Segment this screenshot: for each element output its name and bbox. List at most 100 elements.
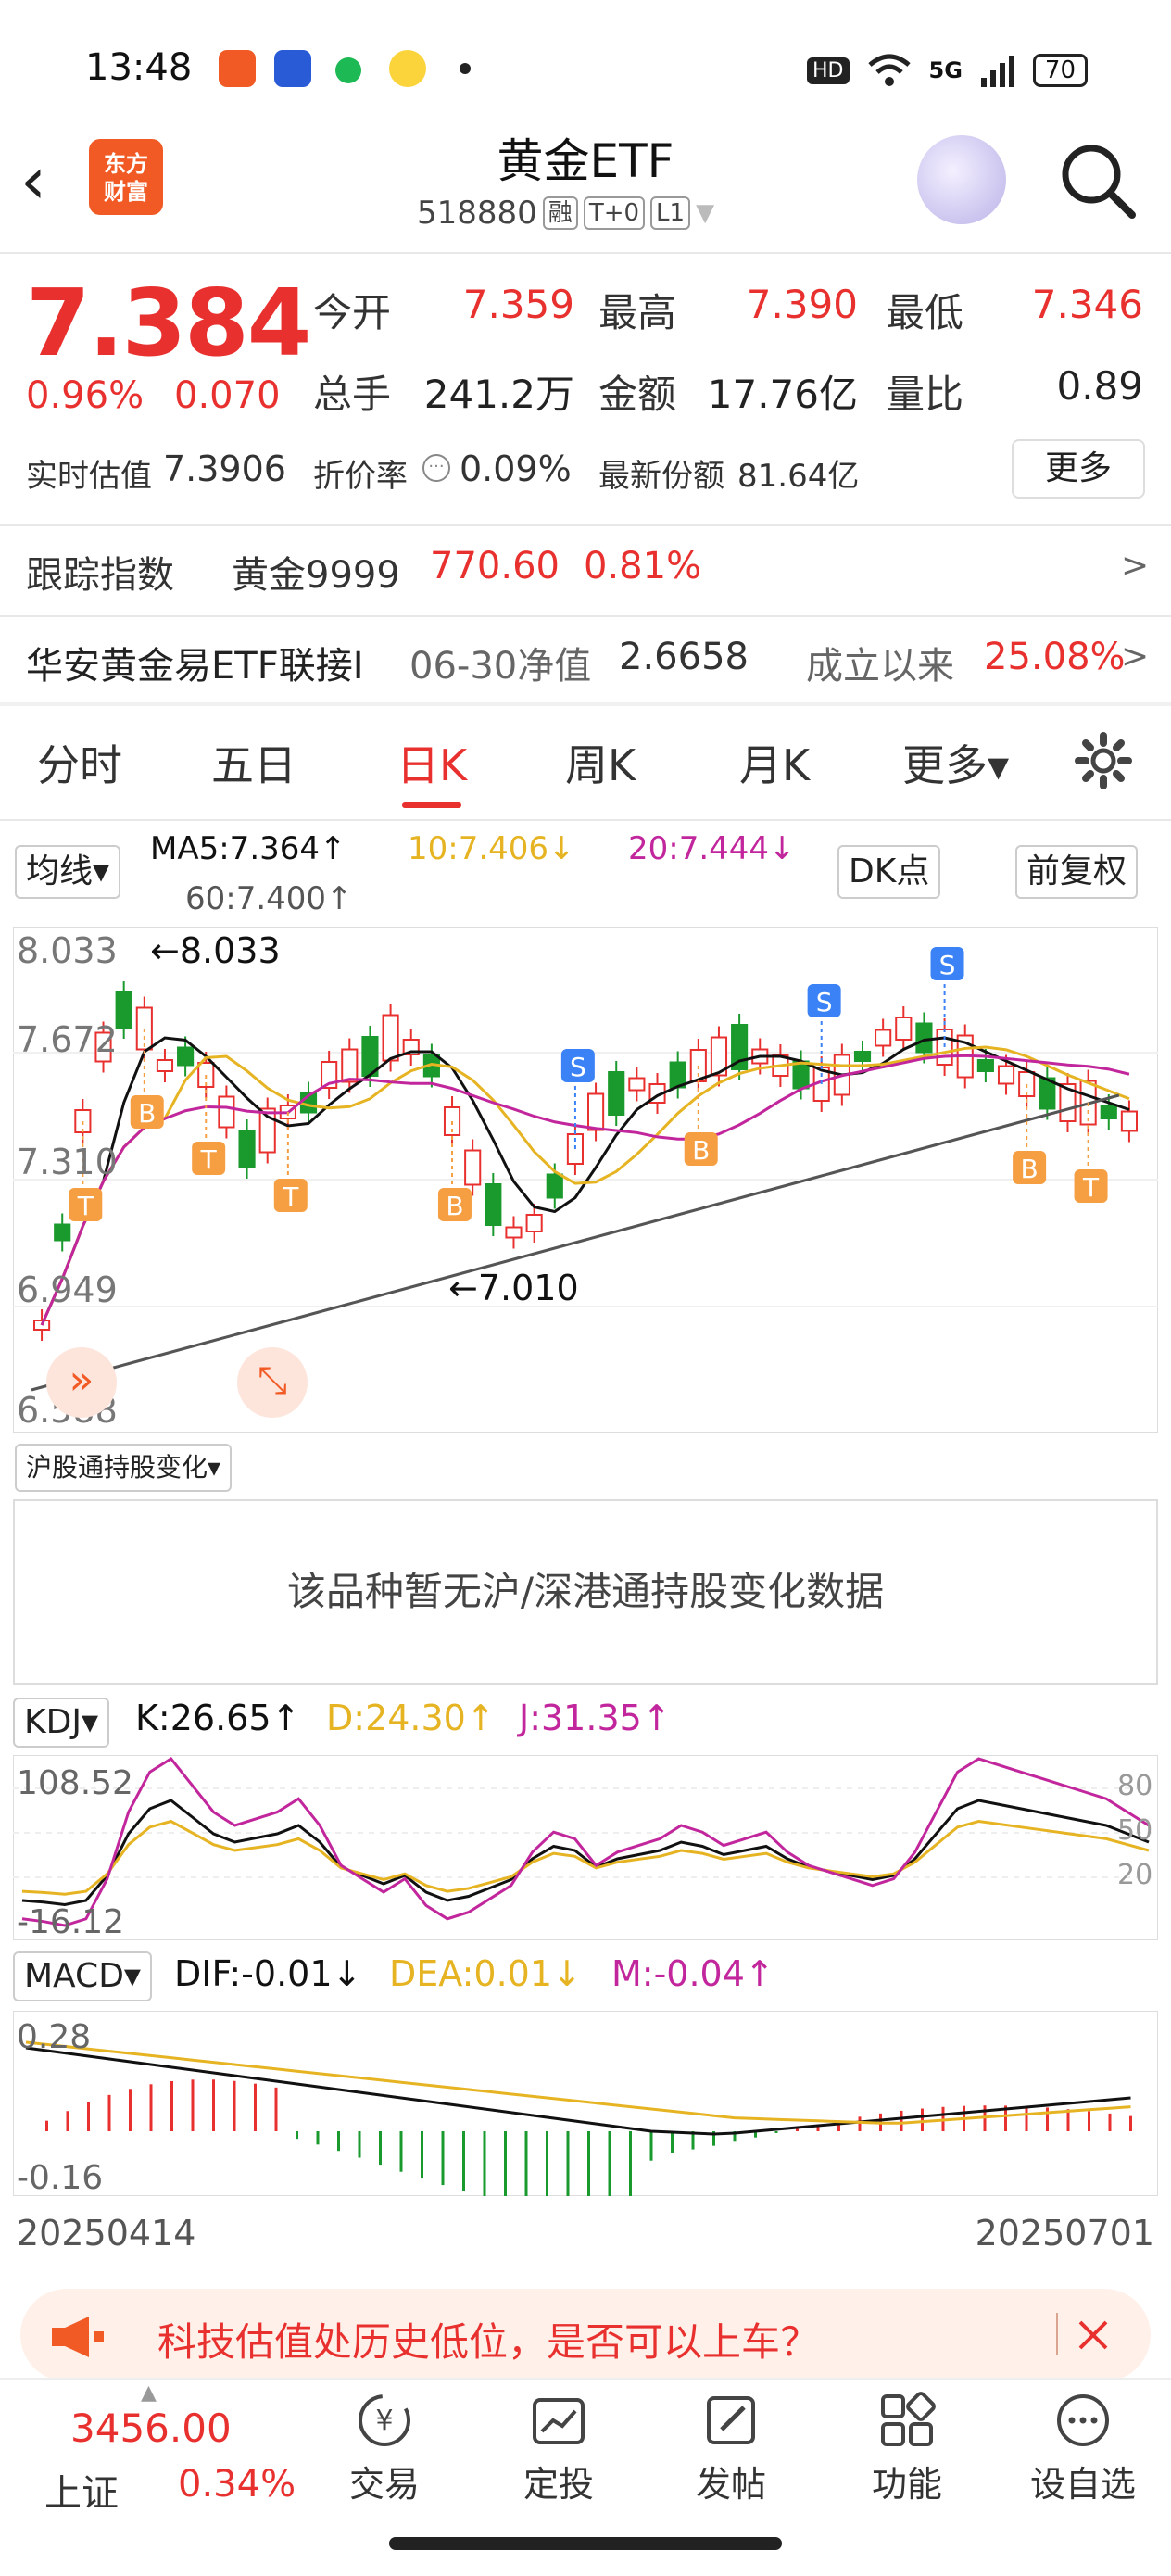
- tracking-label: 跟踪指数: [26, 554, 174, 597]
- last-price: 7.384: [26, 269, 311, 377]
- yen-exchange-icon: ¥: [359, 2394, 410, 2446]
- kdj-chart: [13, 1755, 1158, 1940]
- chevron-right-icon[interactable]: >: [1121, 638, 1149, 676]
- index-value[interactable]: 3456.00: [70, 2406, 232, 2451]
- ma-dropdown[interactable]: 均线▾: [15, 845, 121, 899]
- nav-trade[interactable]: ¥ 交易: [324, 2391, 445, 2507]
- nav-functions[interactable]: 功能: [847, 2391, 967, 2507]
- max-price-marker: ←8.033: [150, 930, 281, 971]
- candle: [177, 1046, 195, 1067]
- expand-icon[interactable]: ⤡: [237, 1347, 308, 1418]
- signal-label: T: [200, 1144, 218, 1175]
- tracking-index-name[interactable]: 黄金9999: [232, 545, 400, 599]
- signal-label: B: [692, 1135, 710, 1166]
- close-icon[interactable]: [1075, 2317, 1112, 2354]
- divider: [0, 819, 1171, 821]
- more-button[interactable]: 更多: [1012, 439, 1145, 499]
- weibo-notification-icon: [389, 50, 426, 87]
- tracking-index-pct: 0.81%: [584, 545, 702, 587]
- kline-y-label: 7.310: [17, 1142, 118, 1182]
- macd-dif-value: DIF:-0.01↓: [174, 1953, 362, 1994]
- start-date: 20250414: [17, 2213, 196, 2254]
- candle: [895, 1017, 913, 1041]
- nav-value: 2.6658: [619, 636, 749, 678]
- tab-monthly-k[interactable]: 月K: [739, 732, 810, 793]
- tab-weekly-k[interactable]: 周K: [565, 732, 636, 793]
- gear-icon[interactable]: [1075, 732, 1132, 789]
- nav-add-watchlist[interactable]: 设自选: [1023, 2391, 1143, 2507]
- more-dots-icon: [1057, 2394, 1109, 2446]
- candle: [875, 1029, 892, 1047]
- level-tag: L1: [650, 196, 691, 230]
- signal-label: B: [446, 1191, 463, 1221]
- tab-intraday[interactable]: 分时: [37, 732, 122, 793]
- shares-value: 81.64亿: [737, 458, 860, 495]
- macd-dea-value: DEA:0.01↓: [389, 1953, 582, 1994]
- ma20-value: 20:7.444↓: [628, 830, 796, 867]
- divider: [0, 615, 1171, 617]
- macd-dropdown[interactable]: MACD▾: [13, 1951, 152, 2001]
- price-adjust-button[interactable]: 前复权: [1015, 845, 1139, 899]
- news-notification-icon: [274, 50, 311, 87]
- candle: [587, 1092, 605, 1131]
- iopv-label: 实时估值: [26, 458, 152, 495]
- connect-holding-dropdown[interactable]: 沪股通持股变化▾: [15, 1444, 233, 1492]
- change-amount: 0.070: [174, 374, 281, 417]
- dk-point-dropdown[interactable]: DK点: [837, 845, 941, 899]
- macd-chart: [13, 2011, 1158, 2196]
- high-value: 7.390: [746, 282, 858, 327]
- kdj-level-50: 50: [1117, 1814, 1153, 1847]
- chat-notification-icon: [335, 57, 361, 83]
- end-date: 20250701: [975, 2213, 1154, 2254]
- high-label: 最高: [598, 290, 677, 335]
- grid-icon: [881, 2392, 936, 2446]
- signal-label: S: [816, 987, 833, 1017]
- svg-text:¥: ¥: [375, 2405, 393, 2437]
- ad-text[interactable]: 科技估值处历史低位，是否可以上车？: [157, 2311, 819, 2368]
- linked-fund-name[interactable]: 华安黄金易ETF联接I: [26, 636, 364, 689]
- ma5-value: MA5:7.364↑: [150, 830, 346, 867]
- tab-more[interactable]: 更多▾: [902, 732, 1009, 793]
- candle: [156, 1059, 174, 1072]
- ma10-value: 10:7.406↓: [408, 830, 575, 867]
- volume-ratio-value: 0.89: [1056, 363, 1143, 409]
- kdj-j-value: J:31.35↑: [519, 1698, 672, 1738]
- chevron-up-icon[interactable]: ▲: [141, 2381, 157, 2405]
- candle: [546, 1173, 563, 1199]
- robot-assistant-icon[interactable]: [917, 135, 1006, 224]
- hd-icon: HD: [807, 57, 850, 84]
- volume-value: 241.2万: [423, 372, 574, 417]
- kline-y-label: 6.949: [17, 1269, 118, 1310]
- no-data-notice: 该品种暂无沪/深港通持股变化数据: [13, 1499, 1158, 1685]
- stock-code-row[interactable]: 518880 融 T+0 L1 ▼: [417, 195, 714, 232]
- candle: [485, 1183, 502, 1226]
- signal-label: T: [77, 1191, 94, 1221]
- chevron-right-icon[interactable]: >: [1121, 547, 1149, 585]
- kline-y-label: 7.672: [17, 1019, 118, 1060]
- ma60-value: 60:7.400↑: [185, 880, 353, 917]
- tab-daily-k[interactable]: 日K: [397, 732, 467, 793]
- candle: [915, 1022, 933, 1054]
- double-chevron-right-icon[interactable]: »: [46, 1347, 117, 1418]
- candle: [238, 1130, 256, 1168]
- index-name[interactable]: 上证: [44, 2463, 119, 2517]
- app-notification-icon: [219, 50, 256, 87]
- divider: [0, 252, 1171, 254]
- nav-post[interactable]: 发帖: [671, 2391, 791, 2507]
- info-icon[interactable]: ···: [422, 454, 450, 482]
- tab-five-day[interactable]: 五日: [211, 732, 296, 793]
- signal-label: S: [570, 1052, 586, 1082]
- search-icon[interactable]: [1056, 139, 1140, 222]
- section-divider: [0, 702, 1171, 706]
- kdj-dropdown[interactable]: KDJ▾: [13, 1698, 110, 1748]
- signal-label: S: [939, 950, 956, 980]
- candle: [976, 1059, 994, 1072]
- candle: [218, 1095, 235, 1129]
- kline-chart[interactable]: T B T T B S B S S B T: [13, 927, 1158, 1433]
- iopv-value: 7.3906: [163, 448, 286, 489]
- candle: [628, 1077, 646, 1092]
- index-pct: 0.34%: [178, 2463, 296, 2506]
- edit-icon: [707, 2396, 755, 2444]
- macd-top-label: 0.28: [17, 2018, 92, 2056]
- nav-invest-plan[interactable]: 定投: [498, 2391, 619, 2507]
